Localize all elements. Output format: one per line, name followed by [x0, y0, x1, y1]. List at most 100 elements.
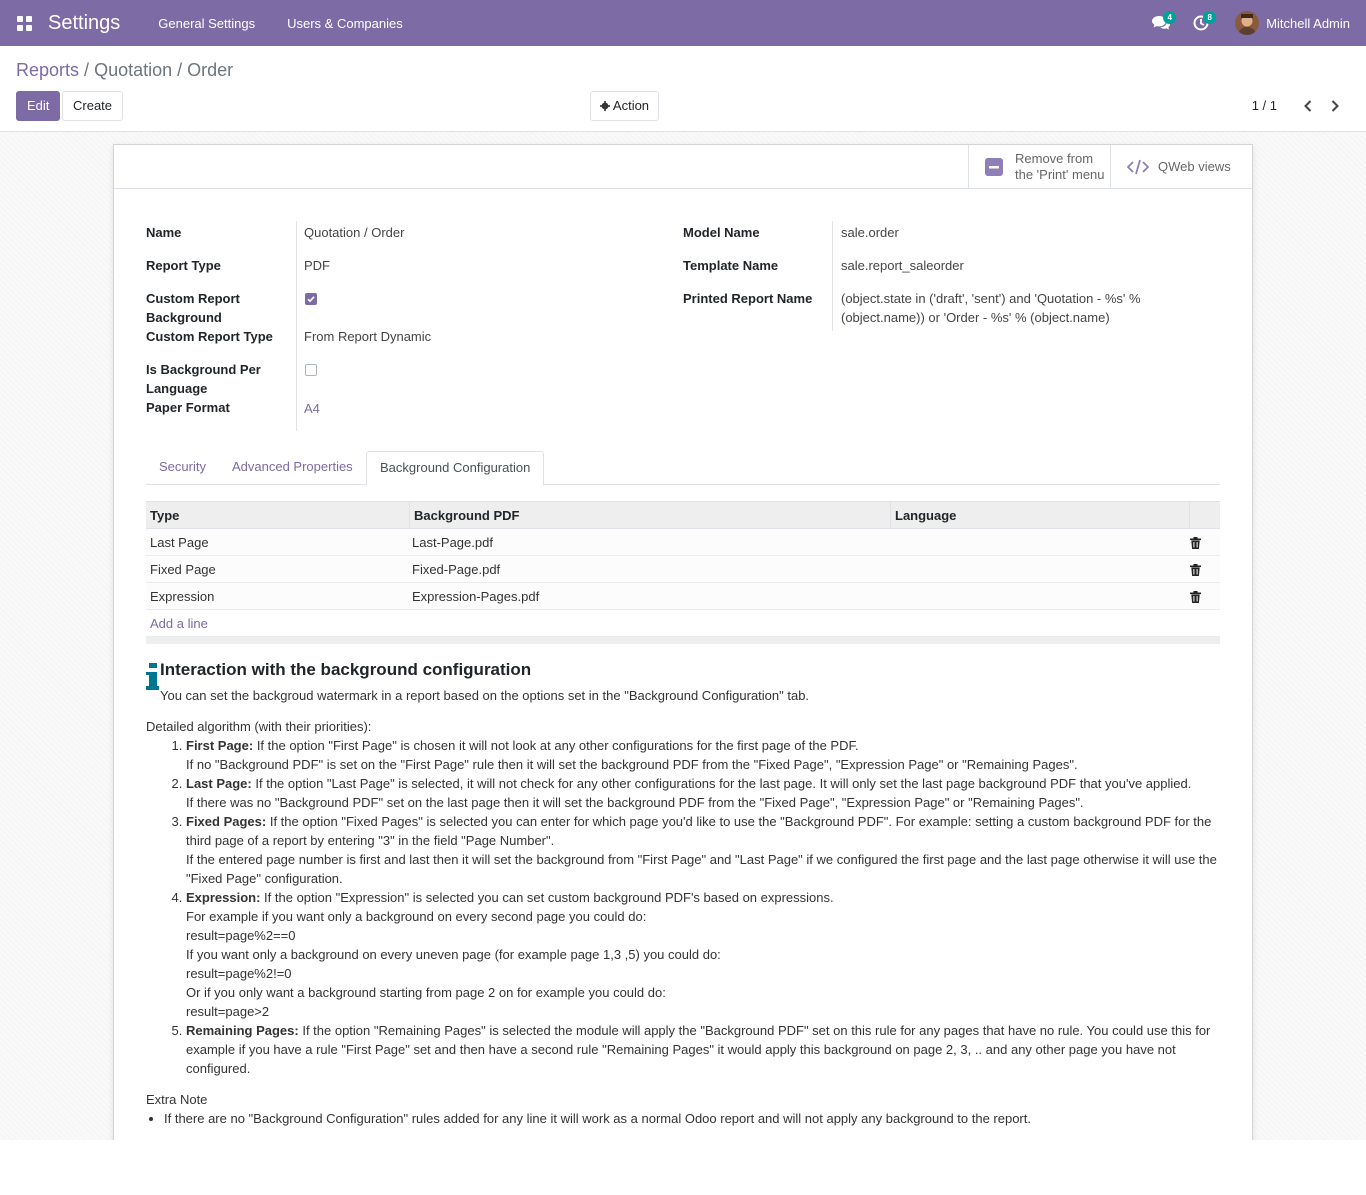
item-line: If you want only a background on every u… — [186, 947, 721, 962]
activities-button[interactable]: 8 — [1181, 0, 1221, 46]
column-header-actions — [1189, 502, 1220, 529]
row-pdf-cell[interactable]: Expression-Pages.pdf — [408, 583, 539, 610]
background-per-language-label: Is Background Per Language — [146, 362, 261, 396]
messages-badge: 4 — [1163, 11, 1177, 24]
table-row[interactable]: Expression Expression-Pages.pdf — [146, 583, 1220, 610]
list-item: Last Page: If the option "Last Page" is … — [186, 774, 1222, 812]
info-title: Interaction with the background configur… — [160, 660, 532, 679]
custom-report-background-checkbox[interactable] — [305, 293, 317, 305]
row-language-cell[interactable] — [890, 529, 894, 556]
paper-format-link[interactable]: A4 — [304, 399, 320, 418]
code-icon — [1127, 159, 1149, 174]
item-line: result=page%2==0 — [186, 928, 296, 943]
row-pdf-cell[interactable]: Fixed-Page.pdf — [408, 556, 500, 583]
column-header-language[interactable]: Language — [890, 502, 1189, 529]
field-separator-left — [296, 221, 297, 431]
chevron-right-icon — [1331, 100, 1339, 112]
row-pdf-cell[interactable]: Last-Page.pdf — [408, 529, 493, 556]
row-type-cell[interactable]: Last Page — [146, 529, 209, 556]
edit-button[interactable]: Edit — [16, 91, 61, 121]
list-item: Expression: If the option "Expression" i… — [186, 888, 1222, 1021]
pager-previous-button[interactable] — [1298, 96, 1318, 116]
create-button[interactable]: Create — [62, 91, 124, 121]
breadcrumb: Reports / Quotation / Order — [16, 60, 233, 81]
list-item: Fixed Pages: If the option "Fixed Pages"… — [186, 812, 1222, 888]
table-row[interactable]: Fixed Page Fixed-Page.pdf — [146, 556, 1220, 583]
tab-background-configuration[interactable]: Background Configuration — [366, 451, 545, 486]
paper-format-label: Paper Format — [146, 400, 230, 415]
item-heading: Remaining Pages: — [186, 1023, 299, 1038]
trash-icon[interactable] — [1190, 564, 1201, 576]
list-item: First Page: If the option "First Page" i… — [186, 736, 1222, 774]
item-line: If the option "First Page" is chosen it … — [256, 738, 859, 753]
apps-menu-icon[interactable] — [0, 0, 48, 46]
tab-advanced-properties[interactable]: Advanced Properties — [219, 451, 366, 485]
form-view-area: Remove from the 'Print' menu QWeb views … — [0, 132, 1366, 1144]
menu-general-settings[interactable]: General Settings — [142, 16, 271, 31]
table-header: Type Background PDF Language — [146, 501, 1220, 529]
breadcrumb-current: Quotation / Order — [94, 60, 234, 80]
model-name-value: sale.order — [841, 225, 899, 240]
background-config-table: Type Background PDF Language Last Page L… — [146, 501, 1220, 644]
model-name-label: Model Name — [683, 225, 760, 240]
button-box: Remove from the 'Print' menu QWeb views — [114, 145, 1252, 189]
item-heading: Fixed Pages: — [186, 814, 267, 829]
item-line: If the option "Last Page" is selected, i… — [255, 776, 1192, 791]
tab-security[interactable]: Security — [146, 451, 219, 485]
item-line: Or if you only want a background startin… — [186, 985, 666, 1000]
extra-note-item: If there are no "Background Configuratio… — [164, 1109, 1222, 1128]
minus-square-icon — [985, 157, 1003, 176]
info-body: Detailed algorithm (with their prioritie… — [146, 717, 1222, 1128]
printed-report-name-label: Printed Report Name — [683, 291, 813, 306]
extra-note-list: If there are no "Background Configuratio… — [164, 1109, 1222, 1128]
item-line: If no "Background PDF" is set on the "Fi… — [186, 757, 1078, 772]
item-line: If the option "Fixed Pages" is selected … — [186, 814, 1212, 848]
pager-value[interactable]: 1 / 1 — [1252, 98, 1277, 113]
app-brand[interactable]: Settings — [48, 12, 120, 35]
background-per-language-checkbox[interactable] — [305, 364, 317, 376]
item-line: If the option "Expression" is selected y… — [264, 890, 834, 905]
gear-icon — [600, 101, 610, 111]
column-header-background-pdf[interactable]: Background PDF — [409, 502, 890, 529]
item-line: If the entered page number is first and … — [186, 852, 1217, 886]
algorithm-intro: Detailed algorithm (with their prioritie… — [146, 719, 372, 734]
action-label: Action — [612, 98, 650, 113]
trash-icon[interactable] — [1190, 537, 1201, 549]
menu-users-companies[interactable]: Users & Companies — [271, 16, 419, 31]
item-line: result=page>2 — [186, 1004, 270, 1019]
avatar — [1235, 11, 1260, 35]
name-value: Quotation / Order — [304, 225, 405, 240]
custom-report-background-label: Custom Report Background — [146, 291, 240, 325]
item-heading: Last Page: — [186, 776, 252, 791]
column-header-type[interactable]: Type — [146, 502, 409, 529]
action-button[interactable]: Action — [590, 91, 660, 121]
breadcrumb-separator: / — [84, 60, 90, 80]
item-line: If the option "Remaining Pages" is selec… — [186, 1023, 1211, 1076]
item-line: For example if you want only a backgroun… — [186, 909, 647, 924]
user-menu[interactable]: Mitchell Admin — [1221, 11, 1366, 35]
notebook-tabs: Security Advanced Properties Background … — [146, 451, 1220, 486]
messages-button[interactable]: 4 — [1141, 0, 1181, 46]
field-separator-right — [832, 221, 833, 331]
row-language-cell[interactable] — [890, 583, 894, 610]
list-item: Remaining Pages: If the option "Remainin… — [186, 1021, 1222, 1078]
item-line: If there was no "Background PDF" set on … — [186, 795, 1084, 810]
row-language-cell[interactable] — [890, 556, 894, 583]
template-name-label: Template Name — [683, 258, 779, 273]
algorithm-list: First Page: If the option "First Page" i… — [186, 736, 1222, 1078]
row-type-cell[interactable]: Fixed Page — [146, 556, 216, 583]
name-label: Name — [146, 225, 182, 240]
info-icon — [146, 663, 159, 690]
extra-note-title: Extra Note — [146, 1092, 208, 1107]
breadcrumb-reports-link[interactable]: Reports — [16, 60, 79, 80]
qweb-views-button[interactable]: QWeb views — [1110, 145, 1252, 188]
pager-next-button[interactable] — [1325, 96, 1345, 116]
printed-report-name-value: (object.state in ('draft', 'sent') and '… — [841, 291, 1141, 325]
item-line: result=page%2!=0 — [186, 966, 292, 981]
add-a-line-link[interactable]: Add a line — [146, 610, 1220, 637]
activities-badge: 8 — [1203, 11, 1217, 24]
remove-from-print-menu-button[interactable]: Remove from the 'Print' menu — [968, 145, 1110, 188]
row-type-cell[interactable]: Expression — [146, 583, 214, 610]
trash-icon[interactable] — [1190, 591, 1201, 603]
table-row[interactable]: Last Page Last-Page.pdf — [146, 529, 1220, 556]
